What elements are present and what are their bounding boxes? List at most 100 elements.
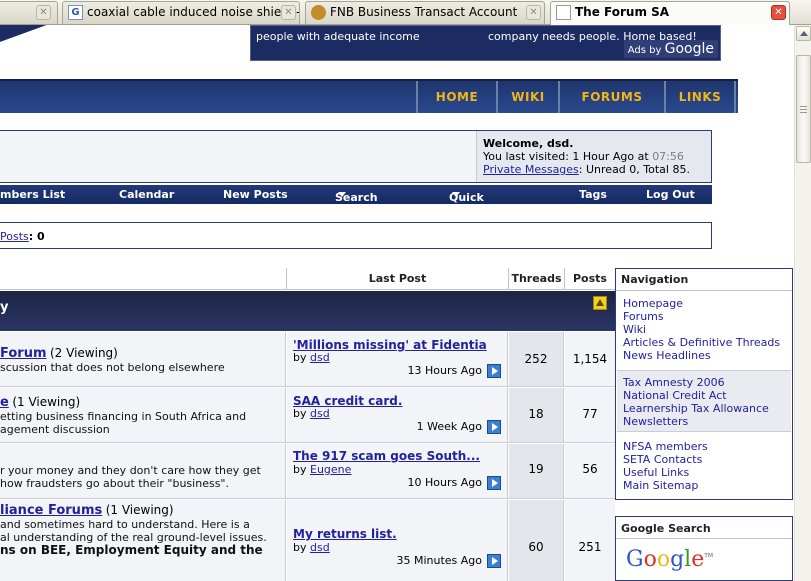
vertical-scrollbar[interactable] (794, 25, 811, 581)
nav-link-tax-amnesty[interactable]: Tax Amnesty 2006 (623, 376, 791, 389)
last-post-by: by Eugene (293, 463, 351, 476)
nav-link-wiki[interactable]: Wiki (623, 323, 791, 336)
navigation-panel: Navigation Homepage Forums Wiki Articles… (615, 268, 793, 500)
nav-link-newsletters[interactable]: Newsletters (623, 415, 791, 428)
by-label: by (293, 463, 307, 476)
last-post-by: by dsd (293, 351, 330, 364)
threads-cell: 60 (509, 500, 564, 581)
posts-value: : 0 (28, 230, 45, 243)
tab-label: The Forum SA (575, 5, 670, 19)
menu-tags[interactable]: Tags (579, 188, 607, 201)
threads-count: 252 (524, 352, 548, 366)
nav-links[interactable]: LINKS (664, 81, 736, 113)
threads-count: 60 (528, 540, 544, 554)
posts-count: 56 (582, 462, 598, 476)
fnb-favicon-icon (311, 5, 326, 20)
tab-google-search[interactable]: G coaxial cable induced noise shield - G… (62, 1, 300, 24)
welcome-title: Welcome, dsd. (483, 137, 574, 150)
forum-desc: etting business financing in South Afric… (0, 410, 247, 423)
google-ad-banner[interactable]: people with adequate income company need… (250, 25, 721, 61)
ad-text-left[interactable]: people with adequate income (256, 30, 420, 43)
go-to-post-icon[interactable] (487, 364, 501, 378)
nav-link-seta[interactable]: SETA Contacts (623, 453, 791, 466)
tab-forum-sa[interactable]: The Forum SA ✕ (550, 1, 790, 25)
menu-calendar[interactable]: Calendar (119, 188, 174, 201)
close-tab-icon[interactable]: ✕ (771, 5, 786, 20)
posts-count: 1,154 (572, 352, 608, 366)
go-to-post-icon[interactable] (487, 420, 501, 434)
close-tab-icon[interactable]: ✕ (281, 5, 296, 20)
nav-link-forums[interactable]: Forums (623, 310, 791, 323)
forum-viewing: (1 Viewing) (12, 395, 81, 409)
last-post-time: 35 Minutes Ago (396, 554, 482, 567)
forum-desc: how fraudsters go about their "business"… (0, 477, 229, 490)
last-post-user[interactable]: dsd (310, 351, 330, 364)
nav-group-main: Homepage Forums Wiki Articles & Definiti… (617, 297, 791, 362)
menu-quick-links[interactable]: Quick Links (449, 188, 484, 217)
forum-name[interactable]: liance Forums (0, 503, 102, 518)
google-logo-icon[interactable]: GoogleTM (626, 547, 713, 572)
trademark-label: TM (704, 552, 714, 560)
go-to-post-icon[interactable] (487, 476, 501, 490)
posts-cell: 251 (565, 500, 615, 581)
header-logo-area (0, 25, 60, 45)
nav-link-useful-links[interactable]: Useful Links (623, 466, 791, 479)
posts-link[interactable]: Posts (0, 230, 29, 243)
menu-members-list[interactable]: mbers List (0, 188, 65, 201)
posts-cell: 56 (565, 444, 615, 498)
private-messages-link[interactable]: Private Messages (483, 163, 579, 176)
tab-partial[interactable]: ✕ (0, 1, 58, 24)
by-label: by (293, 407, 307, 420)
nav-link-articles[interactable]: Articles & Definitive Threads (623, 336, 791, 349)
last-post-title[interactable]: The 917 scam goes South... (293, 449, 480, 463)
header-posts: Posts (565, 268, 615, 290)
last-post-user[interactable]: dsd (310, 541, 330, 554)
last-post-time: 1 Week Ago (416, 420, 482, 433)
scrollbar-thumb[interactable] (796, 55, 811, 163)
forum-name[interactable]: Forum (0, 346, 47, 361)
close-tab-icon[interactable]: ✕ (526, 5, 541, 20)
forum-viewing: (1 Viewing) (105, 503, 174, 517)
nav-wiki[interactable]: WIKI (496, 81, 558, 113)
last-post-user[interactable]: Eugene (310, 463, 351, 476)
forum-cell: r your money and they don't care how the… (0, 444, 286, 498)
posts-stat: Posts: 0 (0, 230, 45, 243)
nav-link-learnership[interactable]: Learnership Tax Allowance (623, 402, 791, 415)
last-post-time: 10 Hours Ago (407, 476, 482, 489)
nav-home[interactable]: HOME (416, 81, 496, 113)
last-visit-label: You last visited: 1 Hour Ago at (483, 150, 649, 163)
nav-link-credit-act[interactable]: National Credit Act (623, 389, 791, 402)
menu-logout[interactable]: Log Out (646, 188, 695, 201)
last-post-title[interactable]: 'Millions missing' at Fidentia (293, 338, 487, 352)
nav-link-members[interactable]: NFSA members (623, 440, 791, 453)
stats-panel: Posts: 0 (0, 222, 712, 249)
forum-list-table: Last Post Threads Posts y Forum (2 Viewi… (0, 268, 615, 581)
last-post-title[interactable]: SAA credit card. (293, 394, 402, 408)
ads-by-google[interactable]: Ads by Google (623, 40, 718, 58)
google-search-title: Google Search (616, 517, 792, 539)
by-label: by (293, 541, 307, 554)
last-post-by: by dsd (293, 407, 330, 420)
forum-menu-bar: mbers List Calendar New Posts Search Qui… (0, 185, 712, 217)
nav-forums[interactable]: FORUMS (558, 81, 664, 113)
collapse-icon[interactable] (593, 296, 607, 310)
menu-search[interactable]: Search (335, 188, 378, 204)
category-title[interactable]: y (0, 300, 8, 315)
forum-desc: agement discussion (0, 423, 110, 436)
last-post-user[interactable]: dsd (310, 407, 330, 420)
scroll-up-icon[interactable] (796, 26, 811, 41)
last-post-cell: 'Millions missing' at Fidentia by dsd 13… (287, 332, 508, 386)
go-to-post-icon[interactable] (487, 554, 501, 568)
close-tab-icon[interactable]: ✕ (36, 5, 51, 20)
last-visit-time: 07:56 (652, 150, 684, 163)
nav-link-sitemap[interactable]: Main Sitemap (623, 479, 791, 492)
forum-name[interactable]: e (0, 395, 9, 410)
tab-fnb[interactable]: FNB Business Transact Account ✕ (305, 1, 545, 24)
nav-link-homepage[interactable]: Homepage (623, 297, 791, 310)
header-forum (0, 268, 287, 290)
forum-desc: scussion that does not belong elsewhere (0, 361, 225, 374)
menu-search-label: Search (335, 191, 378, 204)
menu-new-posts[interactable]: New Posts (223, 188, 288, 201)
last-post-title[interactable]: My returns list. (293, 527, 397, 541)
nav-link-news[interactable]: News Headlines (623, 349, 791, 362)
